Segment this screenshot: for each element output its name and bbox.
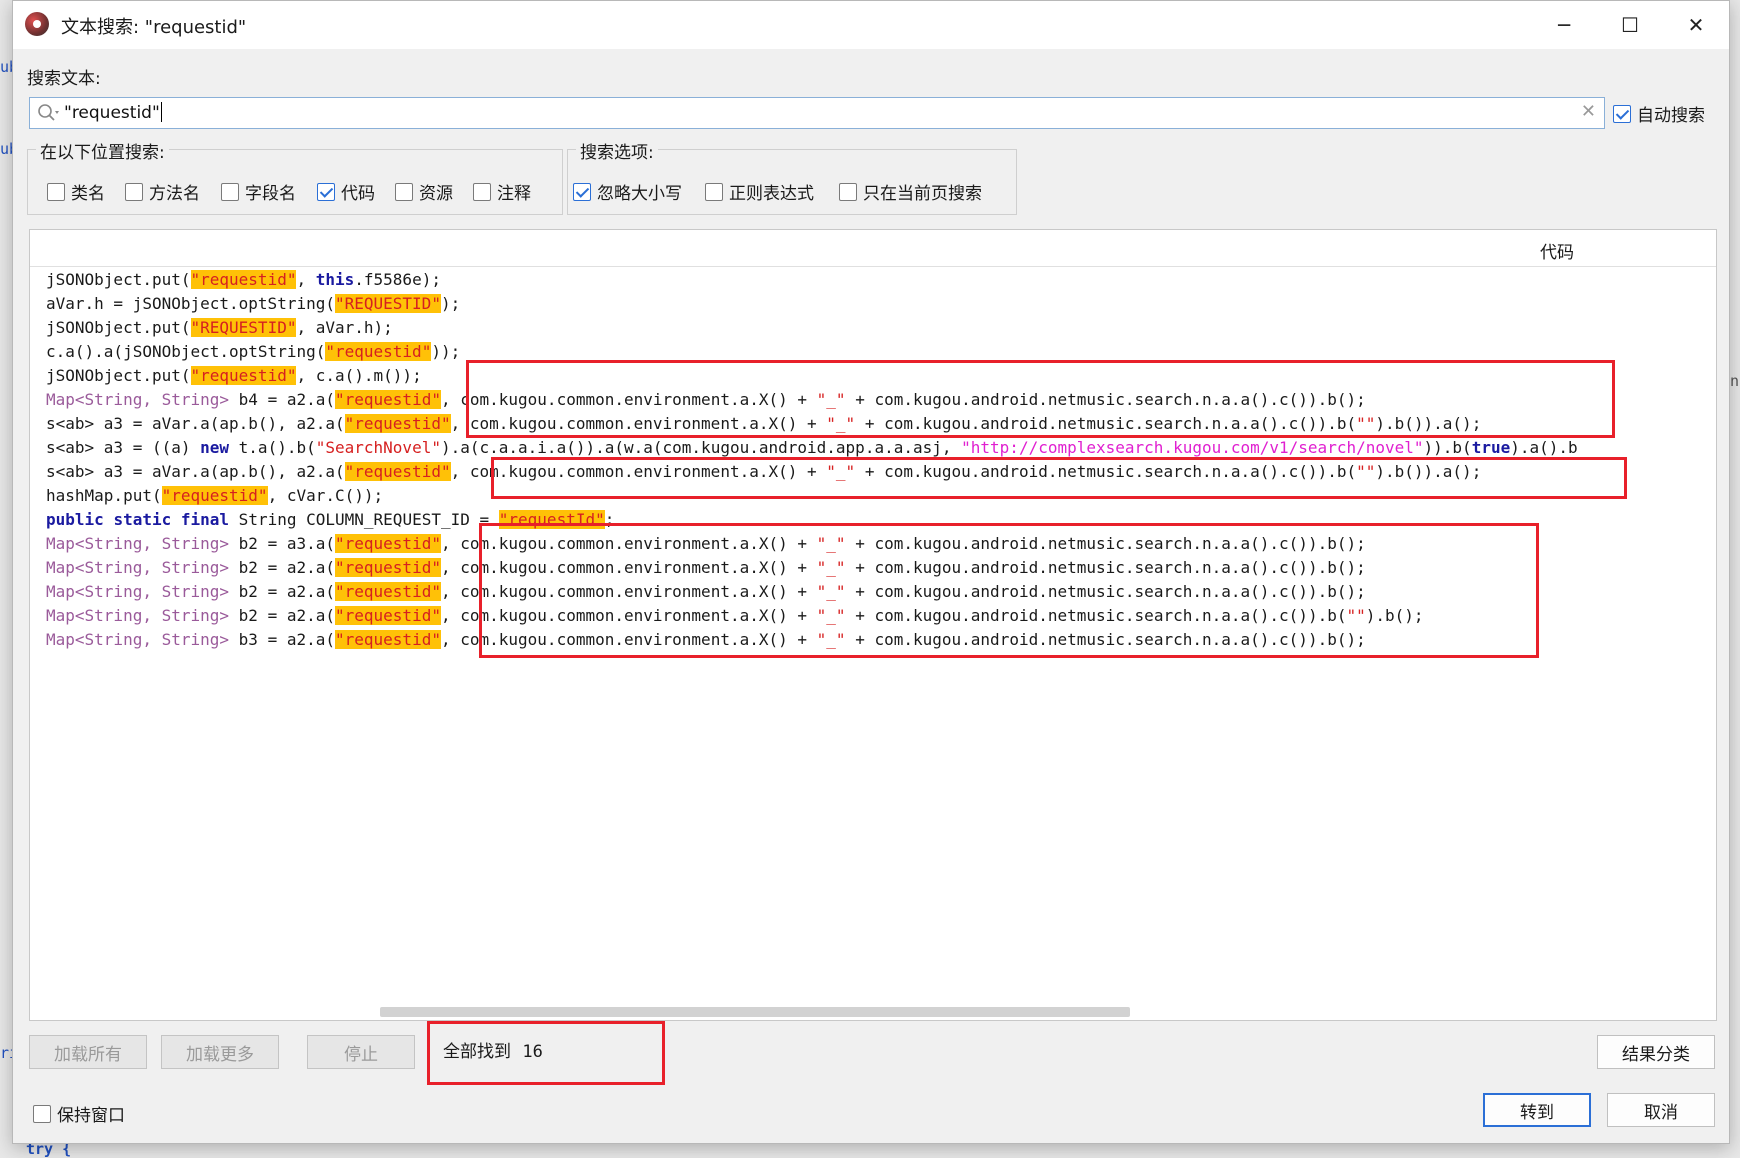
found-count-status: 全部找到 16 (443, 1037, 543, 1062)
checkbox-label: 只在当前页搜索 (863, 184, 982, 204)
clear-search-icon[interactable]: ✕ (1581, 101, 1596, 122)
checkbox-label: 忽略大小写 (597, 184, 682, 204)
maximize-button[interactable]: ☐ (1597, 1, 1663, 49)
checkbox-box[interactable] (573, 182, 591, 201)
auto-search-label: 自动搜索 (1637, 106, 1705, 126)
code-token: "http://complexsearch.kugou.com/v1/searc… (961, 438, 1424, 457)
match-highlight: "REQUESTID" (334, 294, 441, 313)
code-token: true (1471, 438, 1511, 457)
code-token: Map<String, String> (46, 558, 230, 577)
match-highlight: "REQUESTID" (190, 318, 297, 337)
stop-button[interactable]: 停止 (307, 1035, 415, 1069)
code-token: Map<String, String> (46, 606, 230, 625)
match-highlight: "requestid" (190, 366, 297, 385)
annotation-box (491, 457, 1627, 499)
checkbox-label: 资源 (419, 184, 453, 204)
match-highlight: "requestid" (335, 630, 441, 649)
checkbox-box[interactable] (473, 182, 491, 201)
search-scope-title: 在以下位置搜索: (36, 138, 169, 163)
result-row[interactable]: jSONObject.put("REQUESTID", aVar.h); (46, 316, 1578, 340)
window-title: 文本搜索: "requestid" (61, 17, 247, 38)
search-options-title: 搜索选项: (576, 138, 658, 163)
load-more-button[interactable]: 加载更多 (161, 1035, 279, 1069)
horizontal-scrollbar[interactable] (380, 1007, 1130, 1017)
result-row[interactable]: aVar.h = jSONObject.optString("REQUESTID… (46, 292, 1578, 316)
background-code-fragment: n (1730, 372, 1740, 390)
checkbox-box[interactable] (705, 182, 723, 201)
goto-button[interactable]: 转到 (1483, 1093, 1591, 1127)
code-token: Map<String, String> (46, 390, 230, 409)
checkbox-label: 方法名 (149, 184, 200, 204)
text-search-dialog: 文本搜索: "requestid" ─ ☐ ✕ 搜索文本: "requestid… (12, 0, 1730, 1144)
auto-search-checkbox[interactable]: 自动搜索 (1613, 101, 1705, 126)
keep-window-label: 保持窗口 (57, 1106, 125, 1126)
match-highlight: "requestid" (190, 270, 297, 289)
scope-method-name-checkbox[interactable]: 方法名 (125, 179, 200, 204)
scope-field-name-checkbox[interactable]: 字段名 (221, 179, 296, 204)
checkbox-label: 正则表达式 (729, 184, 814, 204)
match-highlight: "requestid" (335, 558, 441, 577)
regex-checkbox[interactable]: 正则表达式 (705, 179, 814, 204)
checkbox-box[interactable] (125, 182, 143, 201)
checkbox-box[interactable] (317, 182, 335, 201)
group-results-button[interactable]: 结果分类 (1597, 1035, 1715, 1069)
match-highlight: "requestid" (344, 462, 451, 481)
checkbox-box[interactable] (33, 1104, 51, 1123)
search-text-label: 搜索文本: (27, 69, 101, 89)
code-column-header[interactable]: 代码 (1540, 238, 1574, 263)
search-input-value: "requestid" (64, 102, 162, 123)
cancel-button[interactable]: 取消 (1607, 1093, 1715, 1127)
close-button[interactable]: ✕ (1663, 1, 1729, 49)
code-token: Map<String, String> (46, 534, 230, 553)
code-token: Map<String, String> (46, 630, 230, 649)
title-bar[interactable]: 文本搜索: "requestid" ─ ☐ ✕ (13, 1, 1729, 49)
scope-code-checkbox[interactable]: 代码 (317, 179, 375, 204)
search-input[interactable]: "requestid" ✕ (29, 97, 1605, 129)
code-token: this (315, 270, 355, 289)
ignore-case-checkbox[interactable]: 忽略大小写 (573, 179, 682, 204)
found-label: 全部找到 (443, 1042, 511, 1062)
code-token: Map<String, String> (46, 582, 230, 601)
results-header: 代码 (30, 230, 1716, 267)
checkbox-box[interactable] (1613, 104, 1631, 123)
result-row[interactable]: jSONObject.put("requestid", this.f5586e)… (46, 268, 1578, 292)
match-highlight: "requestid" (335, 534, 441, 553)
match-highlight: "requestid" (344, 414, 451, 433)
annotation-box (466, 360, 1615, 438)
match-highlight: "requestid" (335, 390, 441, 409)
checkbox-box[interactable] (395, 182, 413, 201)
checkbox-label: 字段名 (245, 184, 296, 204)
minimize-button[interactable]: ─ (1531, 1, 1597, 49)
scope-comment-checkbox[interactable]: 注释 (473, 179, 531, 204)
match-highlight: "requestid" (335, 582, 441, 601)
match-highlight: "requestid" (325, 342, 432, 361)
keep-window-checkbox[interactable]: 保持窗口 (33, 1101, 125, 1126)
app-logo-icon (25, 12, 49, 36)
code-token: final (180, 510, 230, 529)
checkbox-label: 代码 (341, 184, 375, 204)
checkbox-box[interactable] (221, 182, 239, 201)
code-token: new (200, 438, 230, 457)
code-token: public (46, 510, 104, 529)
annotation-box (479, 523, 1539, 658)
checkbox-box[interactable] (47, 182, 65, 201)
checkbox-box[interactable] (839, 182, 857, 201)
code-token: "SearchNovel" (315, 438, 441, 457)
scope-class-name-checkbox[interactable]: 类名 (47, 179, 105, 204)
current-page-only-checkbox[interactable]: 只在当前页搜索 (839, 179, 982, 204)
match-highlight: "requestid" (335, 606, 441, 625)
found-count: 16 (522, 1042, 543, 1062)
load-all-button[interactable]: 加载所有 (29, 1035, 147, 1069)
scope-resource-checkbox[interactable]: 资源 (395, 179, 453, 204)
checkbox-label: 注释 (497, 184, 531, 204)
code-token: static (113, 510, 172, 529)
match-highlight: "requestid" (161, 486, 268, 505)
search-icon (38, 104, 59, 121)
checkbox-label: 类名 (71, 184, 105, 204)
